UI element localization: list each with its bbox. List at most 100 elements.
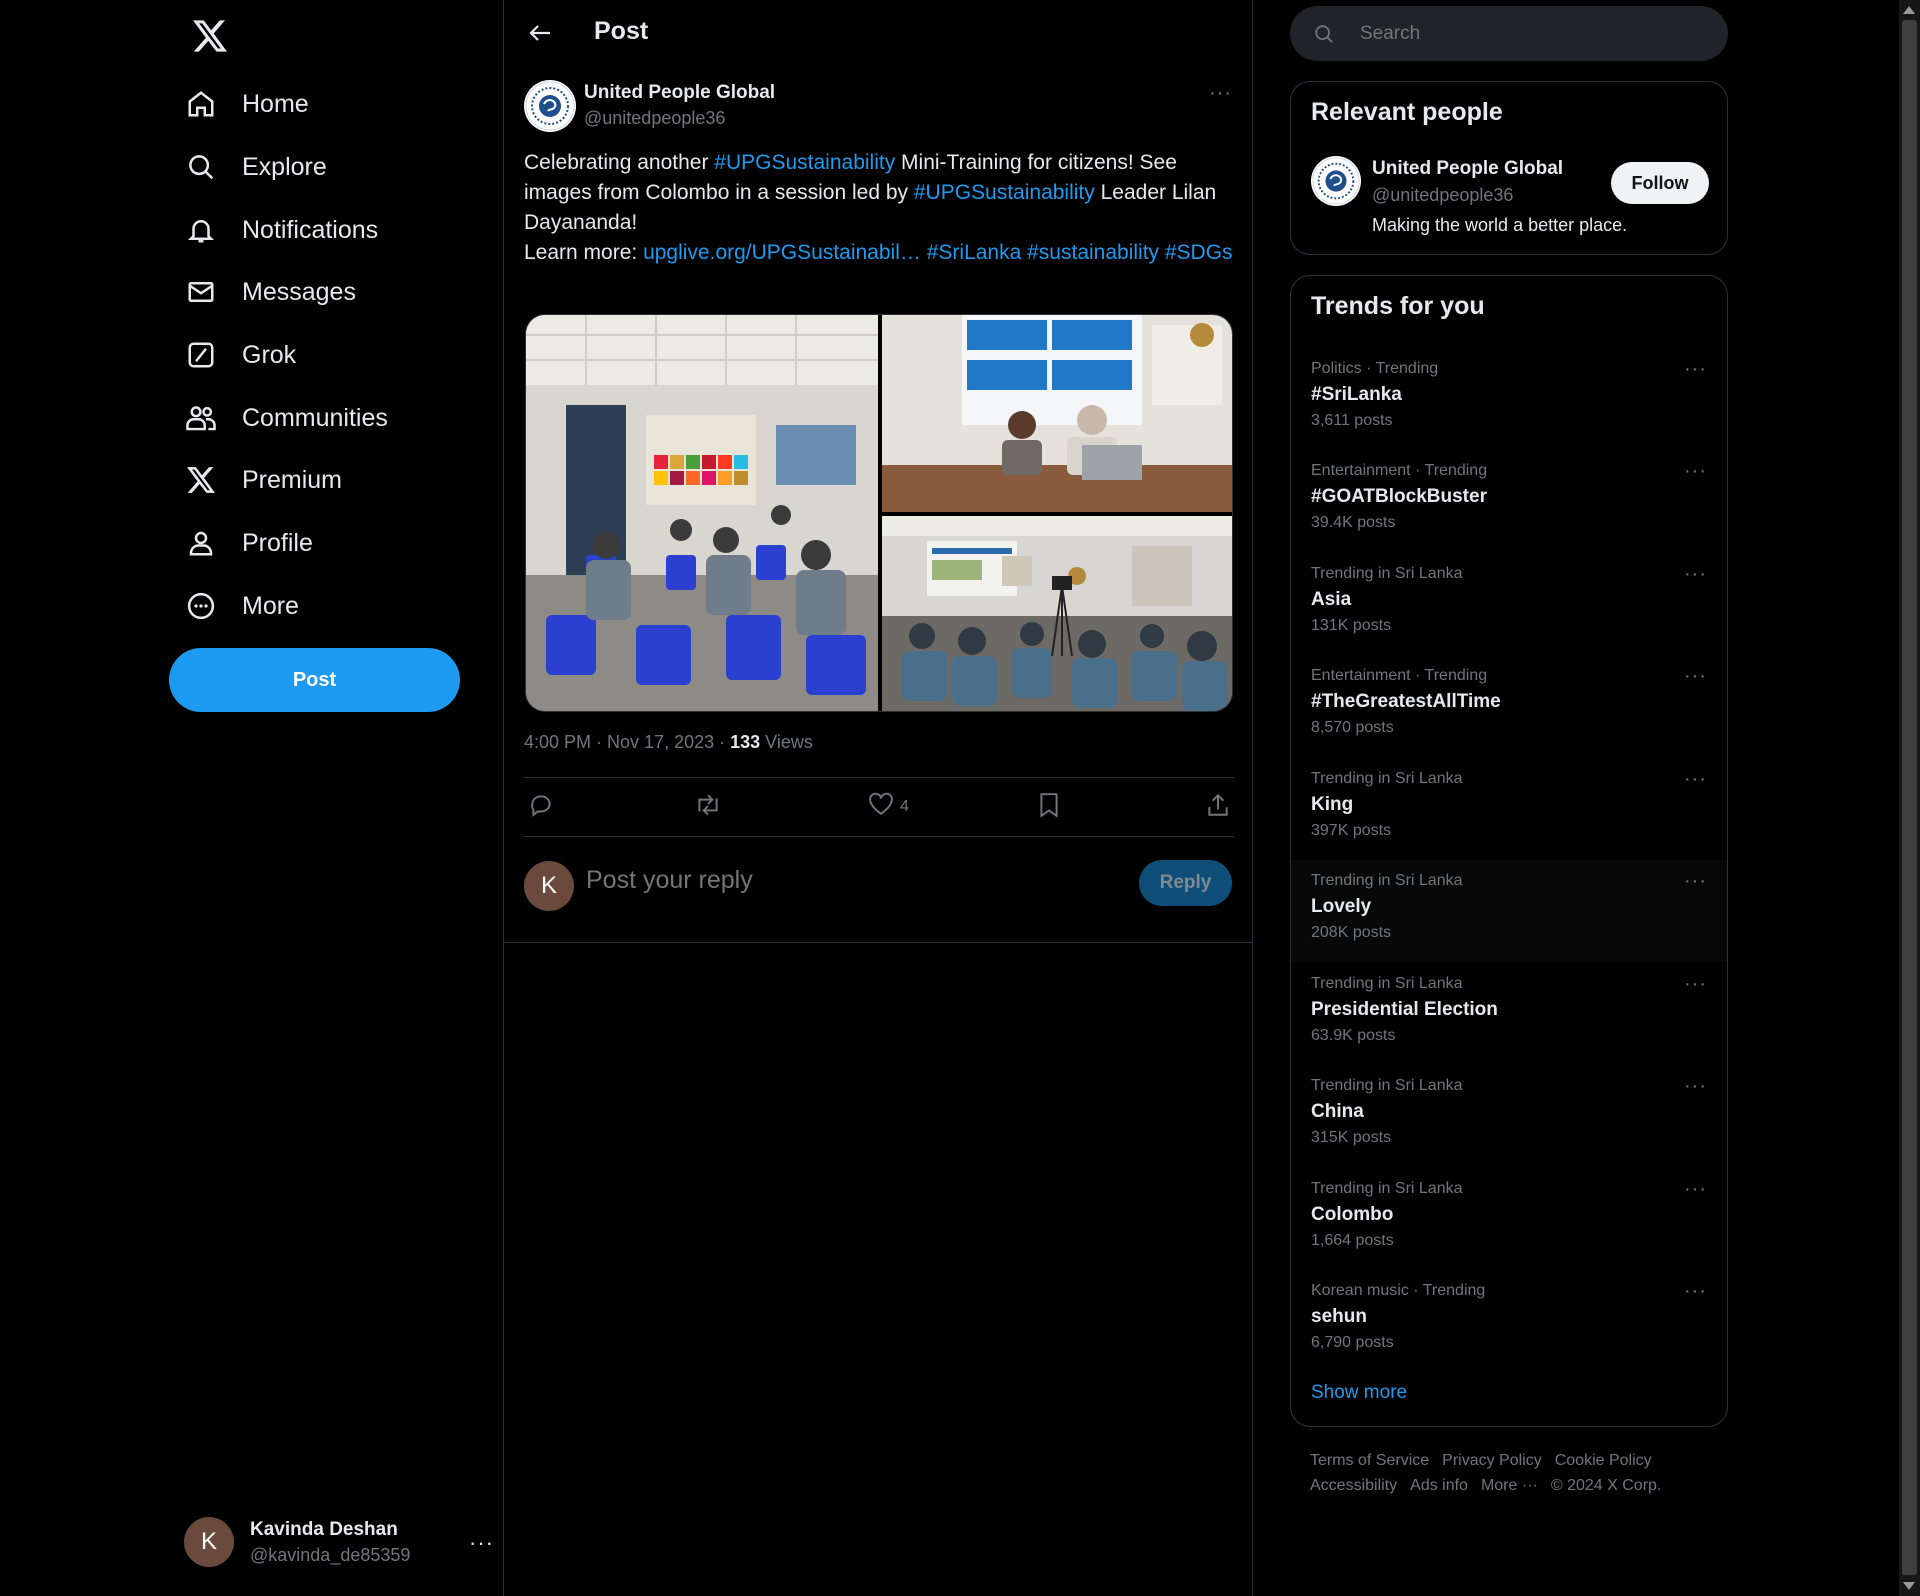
author-name[interactable]: United People Global	[584, 82, 775, 104]
trend-name: sehun	[1311, 1306, 1367, 1327]
trend-more-icon[interactable]: ···	[1684, 870, 1707, 893]
repost-action[interactable]	[694, 792, 722, 823]
trend-more-icon[interactable]: ···	[1684, 1280, 1707, 1303]
compose-post-button[interactable]: Post	[169, 648, 460, 712]
tweet-actions: 4	[524, 777, 1234, 837]
nav-item-notifications[interactable]: Notifications	[184, 202, 378, 258]
avatar: K	[524, 861, 574, 911]
repost-icon	[694, 792, 722, 823]
nav-item-profile[interactable]: Profile	[184, 515, 313, 571]
trend-name: Colombo	[1311, 1204, 1394, 1225]
nav-item-premium[interactable]: Premium	[184, 452, 342, 508]
relevant-person-bio: Making the world a better place.	[1372, 215, 1628, 235]
tweet-text: Celebrating another #UPGSustainability M…	[524, 148, 1234, 268]
scroll-thumb[interactable]	[1902, 20, 1917, 1575]
nav-item-communities[interactable]: Communities	[184, 390, 388, 446]
media-grid	[525, 314, 1233, 712]
tweet-time[interactable]: 4:00 PM · Nov 17, 2023 ·	[524, 732, 730, 752]
hashtag-link[interactable]: #UPGSustainability	[714, 151, 895, 174]
trend-name: Asia	[1311, 589, 1352, 610]
scroll-up-arrow-icon[interactable]	[1903, 6, 1915, 14]
reply-input[interactable]	[586, 866, 1086, 895]
trend-count: 8,570 posts	[1311, 719, 1394, 736]
envelope-icon	[184, 275, 218, 309]
hashtag-link[interactable]: #UPGSustainability	[914, 181, 1095, 204]
trend-name: #GOATBlockBuster	[1311, 486, 1487, 507]
trend-item[interactable]: Trending in Sri Lanka China 315K posts ·…	[1291, 1065, 1727, 1167]
relevant-person-avatar[interactable]	[1311, 156, 1361, 206]
hashtag-link[interactable]: #SDGs	[1165, 241, 1233, 264]
trend-count: 3,611 posts	[1311, 412, 1393, 429]
author-avatar[interactable]	[524, 80, 576, 132]
trend-more-icon[interactable]: ···	[1684, 563, 1707, 586]
nav-item-explore[interactable]: Explore	[184, 139, 327, 195]
footer-link-terms[interactable]: Terms of Service	[1310, 1452, 1429, 1469]
trend-item[interactable]: Politics · Trending #SriLanka 3,611 post…	[1291, 348, 1727, 450]
show-more-link[interactable]: Show more	[1311, 1382, 1407, 1404]
x-logo-icon[interactable]	[184, 10, 236, 62]
like-count: 4	[900, 797, 909, 815]
back-arrow-icon[interactable]	[522, 17, 558, 49]
photo-audience[interactable]	[882, 516, 1232, 711]
search-input[interactable]	[1360, 22, 1690, 45]
trend-item[interactable]: Trending in Sri Lanka King 397K posts ··…	[1291, 758, 1727, 860]
relevant-person-name[interactable]: United People Global	[1372, 158, 1563, 180]
relevant-person-handle[interactable]: @unitedpeople36	[1372, 185, 1513, 206]
page-scrollbar[interactable]	[1899, 0, 1920, 1596]
nav-item-messages[interactable]: Messages	[184, 264, 356, 320]
photo-classroom[interactable]	[526, 315, 878, 711]
like-action[interactable]: 4	[868, 792, 909, 821]
nav-item-home[interactable]: Home	[184, 76, 309, 132]
grok-icon	[184, 338, 218, 372]
trend-item[interactable]: Trending in Sri Lanka Colombo 1,664 post…	[1291, 1168, 1727, 1270]
reply-action[interactable]	[528, 792, 554, 823]
trend-more-icon[interactable]: ···	[1684, 460, 1707, 483]
trend-more-icon[interactable]: ···	[1684, 1178, 1707, 1201]
nav-item-grok[interactable]: Grok	[184, 327, 296, 383]
account-more-icon[interactable]: ···	[469, 1530, 494, 1556]
trend-more-icon[interactable]: ···	[1684, 665, 1707, 688]
reply-button[interactable]: Reply	[1139, 860, 1232, 906]
x-logo-icon	[184, 463, 218, 497]
author-handle[interactable]: @unitedpeople36	[584, 108, 725, 129]
trend-item[interactable]: Trending in Sri Lanka Lovely 208K posts …	[1291, 860, 1727, 962]
trend-more-icon[interactable]: ···	[1684, 768, 1707, 791]
scroll-down-arrow-icon[interactable]	[1903, 1582, 1915, 1590]
trend-count: 315K posts	[1311, 1129, 1392, 1146]
trend-item[interactable]: Entertainment · Trending #TheGreatestAll…	[1291, 655, 1727, 757]
tweet-more-icon[interactable]: ···	[1209, 82, 1232, 105]
page-header: Post	[504, 0, 1252, 66]
nav-item-more[interactable]: More	[184, 578, 299, 634]
footer-link-cookies[interactable]: Cookie Policy	[1555, 1452, 1652, 1469]
hashtag-link[interactable]: #sustainability	[1027, 241, 1159, 264]
trend-context: Politics · Trending	[1311, 360, 1439, 377]
trend-more-icon[interactable]: ···	[1684, 358, 1707, 381]
trend-more-icon[interactable]: ···	[1684, 973, 1707, 996]
main-column: Post United People Global @unitedpeople3…	[503, 0, 1253, 1596]
trend-more-icon[interactable]: ···	[1684, 1075, 1707, 1098]
copyright: © 2024 X Corp.	[1550, 1477, 1662, 1494]
trend-count: 39.4K posts	[1311, 514, 1396, 531]
url-link[interactable]: upglive.org/UPGSustainabil…	[643, 241, 921, 264]
bookmark-action[interactable]	[1038, 792, 1060, 823]
account-switcher[interactable]: K Kavinda Deshan @kavinda_de85359 ···	[184, 1512, 494, 1572]
footer-link-more[interactable]: More ···	[1481, 1477, 1538, 1494]
hashtag-link[interactable]: #SriLanka	[927, 241, 1022, 264]
footer-link-privacy[interactable]: Privacy Policy	[1442, 1452, 1542, 1469]
views-label: Views	[760, 732, 813, 752]
trend-name: China	[1311, 1101, 1364, 1122]
photo-presenters[interactable]	[882, 315, 1232, 512]
trend-item[interactable]: Entertainment · Trending #GOATBlockBuste…	[1291, 450, 1727, 552]
share-action[interactable]	[1206, 792, 1230, 823]
account-name: Kavinda Deshan	[250, 1518, 398, 1540]
footer-link-ads[interactable]: Ads info	[1410, 1477, 1468, 1494]
search-bar[interactable]	[1290, 6, 1728, 61]
trend-item[interactable]: Trending in Sri Lanka Asia 131K posts ··…	[1291, 553, 1727, 655]
trend-item[interactable]: Trending in Sri Lanka Presidential Elect…	[1291, 963, 1727, 1065]
footer-link-accessibility[interactable]: Accessibility	[1310, 1477, 1397, 1494]
nav-label-communities: Communities	[242, 403, 388, 432]
nav-label-explore: Explore	[242, 152, 327, 181]
search-icon	[1312, 22, 1336, 46]
follow-button[interactable]: Follow	[1611, 162, 1709, 204]
trend-item[interactable]: Korean music · Trending sehun 6,790 post…	[1291, 1270, 1727, 1372]
